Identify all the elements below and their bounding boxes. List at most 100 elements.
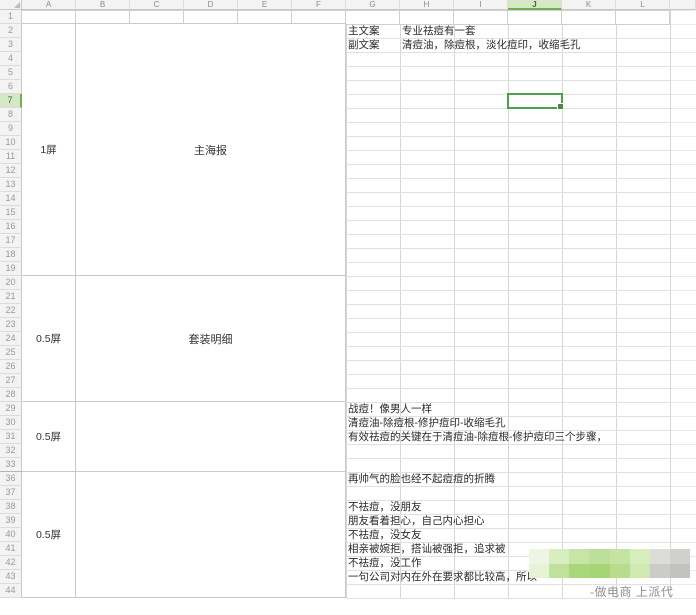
cell-g29[interactable]: 战痘！像男人一样 [346,402,432,416]
row-header-14[interactable]: 14 [0,192,22,206]
column-header-a[interactable]: A [22,0,76,10]
row-header-21[interactable]: 21 [0,290,22,304]
gridline [670,444,696,445]
row-header-4[interactable]: 4 [0,52,22,66]
cell-g43[interactable]: 一句公司对内在外在要求都比较高，所以··· [346,570,548,584]
section-content-cell-4[interactable] [75,471,346,598]
row-header-44[interactable]: 44 [0,584,22,598]
row-header-30[interactable]: 30 [0,416,22,430]
row-header-29[interactable]: 29 [0,402,22,416]
row-header-37[interactable]: 37 [0,486,22,500]
row-header-23[interactable]: 23 [0,318,22,332]
cell-g30[interactable]: 清痘油-除痘根-修护痘印-收缩毛孔 [346,416,506,430]
section-screen-cell-4[interactable]: 0.5屏 [21,471,76,598]
row-header-24[interactable]: 24 [0,332,22,346]
cell-h2[interactable]: 专业祛痘有一套 [400,24,476,38]
column-header-i[interactable]: I [454,0,508,10]
column-header-b[interactable]: B [76,0,130,10]
gridline [346,374,670,375]
gridline [670,598,696,599]
section-content-cell-3[interactable] [75,401,346,472]
column-header-c[interactable]: C [130,0,184,10]
cell-g2[interactable]: 主文案 [346,24,380,38]
section-screen-cell-2[interactable]: 0.5屏 [21,275,76,402]
row-header-38[interactable]: 38 [0,500,22,514]
row-header-41[interactable]: 41 [0,542,22,556]
row-header-25[interactable]: 25 [0,346,22,360]
select-all-corner[interactable] [0,0,22,10]
gridline [346,486,670,487]
column-header-j[interactable]: J [508,0,562,10]
cell-g42[interactable]: 不祛痘，没工作 [346,556,422,570]
cell-h3[interactable]: 清痘油，除痘根，淡化痘印，收缩毛孔 [400,38,581,52]
cell-g41[interactable]: 相亲被婉拒，搭讪被强拒，追求被 [346,542,506,556]
row-header-19[interactable]: 19 [0,262,22,276]
gridline [670,66,696,67]
row-header-32[interactable]: 32 [0,444,22,458]
row-header-2[interactable]: 2 [0,24,22,38]
row-header-31[interactable]: 31 [0,430,22,444]
cell-k1[interactable] [561,10,616,25]
row-header-8[interactable]: 8 [0,108,22,122]
row-header-17[interactable]: 17 [0,234,22,248]
row-header-12[interactable]: 12 [0,164,22,178]
row-header-7[interactable]: 7 [0,94,22,108]
cell-g36[interactable]: 再帅气的脸也经不起痘痘的折腾 [346,472,495,486]
gridline [346,178,670,179]
row-header-11[interactable]: 11 [0,150,22,164]
gridline [670,514,696,515]
row-header-27[interactable]: 27 [0,374,22,388]
row-header-6[interactable]: 6 [0,80,22,94]
cell-i1[interactable] [453,10,508,25]
column-header-d[interactable]: D [184,0,238,10]
row-header-13[interactable]: 13 [0,178,22,192]
column-header-h[interactable]: H [400,0,454,10]
gridline [670,178,696,179]
gridline [346,262,670,263]
column-header-e[interactable]: E [238,0,292,10]
cell-g31[interactable]: 有效祛痘的关键在于清痘油-除痘根-修护痘印三个步骤， [346,430,607,444]
censor-mosaic-tile [650,564,670,578]
row-header-22[interactable]: 22 [0,304,22,318]
section-content-cell-1[interactable]: 主海报 [75,23,346,276]
row-header-5[interactable]: 5 [0,66,22,80]
row-header-1[interactable]: 1 [0,10,22,24]
row-header-10[interactable]: 10 [0,136,22,150]
row-header-26[interactable]: 26 [0,360,22,374]
section-screen-cell-3[interactable]: 0.5屏 [21,401,76,472]
gridline [670,584,696,585]
cell-g39[interactable]: 朋友看着担心，自己内心担心 [346,514,485,528]
column-header-partial[interactable] [670,0,696,10]
row-header-9[interactable]: 9 [0,122,22,136]
cell-g40[interactable]: 不祛痘，没女友 [346,528,422,542]
row-header-40[interactable]: 40 [0,528,22,542]
row-header-15[interactable]: 15 [0,206,22,220]
section-screen-cell-1[interactable]: 1屏 [21,23,76,276]
row-header-20[interactable]: 20 [0,276,22,290]
column-header-l[interactable]: L [616,0,670,10]
row-header-3[interactable]: 3 [0,38,22,52]
column-header-k[interactable]: K [562,0,616,10]
fill-handle[interactable] [557,103,564,110]
cell-l1[interactable] [615,10,670,25]
gridline [670,402,696,403]
cell-g38[interactable]: 不祛痘，没朋友 [346,500,422,514]
row-header-16[interactable]: 16 [0,220,22,234]
gridline [670,262,696,263]
cell-h1[interactable] [399,10,454,25]
row-header-18[interactable]: 18 [0,248,22,262]
cell-j1[interactable] [507,10,562,25]
column-header-g[interactable]: G [346,0,400,10]
row-header-28[interactable]: 28 [0,388,22,402]
row-header-36[interactable]: 36 [0,472,22,486]
row-header-39[interactable]: 39 [0,514,22,528]
cell-g1[interactable] [345,10,400,25]
row-header-42[interactable]: 42 [0,556,22,570]
gridline [670,388,696,389]
cell-g3[interactable]: 副文案 [346,38,380,52]
gridline [670,318,696,319]
row-header-43[interactable]: 43 [0,570,22,584]
section-content-cell-2[interactable]: 套装明细 [75,275,346,402]
row-header-33[interactable]: 33 [0,458,22,472]
column-header-f[interactable]: F [292,0,346,10]
